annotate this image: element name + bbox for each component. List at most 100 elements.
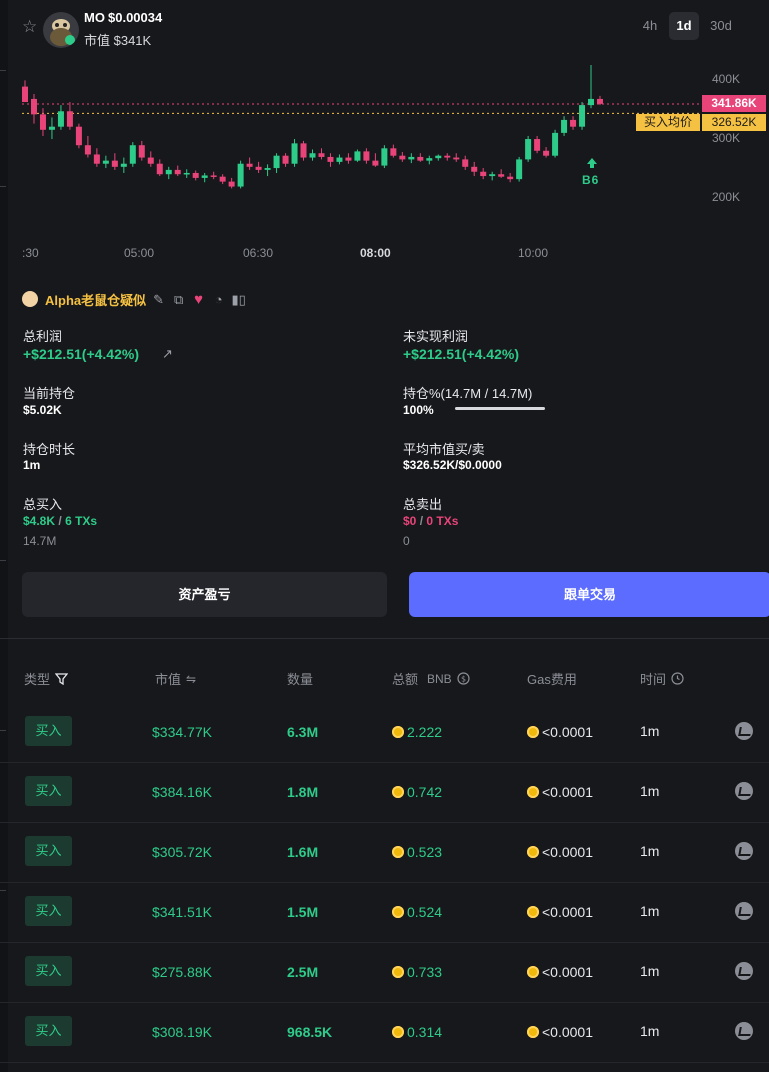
candle-body: [66, 111, 73, 127]
candle-body: [435, 155, 442, 159]
clock-icon[interactable]: [671, 672, 684, 685]
candle-body: [129, 145, 136, 164]
avg-buy-price-tag: 326.52K: [702, 114, 766, 131]
duration-value: 1m: [23, 458, 41, 472]
copy-trade-button[interactable]: 跟单交易: [409, 572, 769, 617]
table-row[interactable]: 买入 $341.51K 1.5M 0.524 <0.0001 1m: [0, 882, 769, 943]
price-chart[interactable]: :30 05:00 06:30 08:00 10:00 400K 300K 20…: [0, 60, 769, 275]
candle-body: [192, 172, 199, 178]
candle-body: [246, 163, 253, 167]
token-price: $0.00034: [108, 10, 163, 25]
explorer-icon[interactable]: [735, 1022, 753, 1040]
trade-amount-value: 0.314: [407, 1024, 443, 1040]
table-row[interactable]: 买入 $305.72K 1.6M 0.523 <0.0001 1m: [0, 822, 769, 883]
swap-icon[interactable]: ⇋: [186, 672, 196, 686]
holding-progress-bar: [455, 407, 545, 410]
currency-switch-icon[interactable]: $: [457, 672, 470, 685]
trade-qty: 2.5M: [287, 964, 319, 980]
explorer-icon[interactable]: ◔: [211, 292, 226, 307]
trade-gas-value: <0.0001: [542, 904, 593, 920]
trade-type-badge: 买入: [25, 836, 72, 866]
candle-body: [201, 175, 208, 178]
heart-icon[interactable]: ♥: [191, 292, 206, 307]
explorer-icon[interactable]: [735, 902, 753, 920]
trade-type-badge: 买入: [25, 1016, 72, 1046]
unrealized-label: 未实现利润: [403, 329, 469, 344]
bnb-coin-icon: [392, 846, 404, 858]
timeframe-1d[interactable]: 1d: [669, 12, 699, 40]
x-tick: 10:00: [518, 246, 549, 260]
bnb-coin-icon: [527, 786, 539, 798]
bnb-coin-icon: [392, 786, 404, 798]
col-amount[interactable]: 总额 BNB $: [392, 669, 470, 688]
timeframe-4h[interactable]: 4h: [636, 12, 664, 40]
col-time-label: 时间: [640, 672, 667, 687]
candle-body: [111, 160, 118, 167]
candle-body: [552, 132, 559, 156]
candlestick-plot: [22, 65, 700, 189]
total-buy-qty: 14.7M: [23, 534, 57, 548]
avg-mcap-value: $326.52K/$0.0000: [403, 458, 502, 472]
candle-body: [264, 168, 271, 170]
candle-body: [228, 181, 235, 187]
wallet-name[interactable]: Alpha老鼠仓疑似: [45, 290, 146, 309]
holding-label: 当前持仓: [23, 386, 76, 401]
col-time[interactable]: 时间: [640, 669, 684, 688]
candle-body: [543, 150, 550, 156]
trade-amount: 0.742: [392, 784, 442, 800]
holding-value: $5.02K: [23, 403, 62, 417]
explorer-icon[interactable]: [735, 962, 753, 980]
candle-body: [273, 155, 280, 169]
candle-body: [210, 175, 217, 177]
explorer-icon[interactable]: [735, 842, 753, 860]
trade-mcap: $275.88K: [152, 964, 212, 980]
edit-icon[interactable]: ✎: [151, 292, 166, 307]
x-tick: 08:00: [360, 246, 391, 260]
col-type-label: 类型: [24, 672, 51, 687]
bnb-coin-icon: [392, 966, 404, 978]
total-sell-txs: 0 TXs: [426, 514, 459, 528]
candle-body: [345, 157, 352, 161]
trade-qty: 1.5M: [287, 904, 319, 920]
candle-body: [399, 155, 406, 160]
trade-time: 1m: [640, 903, 660, 919]
svg-text:$: $: [461, 675, 466, 684]
filter-icon[interactable]: [55, 672, 69, 685]
table-row[interactable]: 买入 $308.19K 968.5K 0.314 <0.0001 1m: [0, 1002, 769, 1063]
y-tick: 200K: [712, 190, 741, 204]
candle-body: [282, 155, 289, 164]
table-row[interactable]: 买入 $275.88K 2.5M 0.733 <0.0001 1m: [0, 942, 769, 1003]
candles-icon[interactable]: ▮▯: [231, 292, 246, 307]
avg-mcap-label: 平均市值买/卖: [403, 442, 485, 457]
candle-body: [426, 158, 433, 161]
col-type[interactable]: 类型: [24, 669, 69, 688]
pnl-button[interactable]: 资产盈亏: [22, 572, 387, 617]
trade-mcap: $384.16K: [152, 784, 212, 800]
y-tick: 300K: [712, 131, 741, 145]
trade-gas: <0.0001: [527, 1024, 593, 1040]
market-cap: 市值 $341K: [84, 33, 152, 48]
trade-gas: <0.0001: [527, 784, 593, 800]
divider: [0, 638, 769, 639]
trade-time: 1m: [640, 843, 660, 859]
x-tick: :30: [22, 246, 39, 260]
trade-qty: 968.5K: [287, 1024, 333, 1040]
col-gas-label: Gas费用: [527, 672, 577, 687]
external-link-icon[interactable]: ↗: [160, 346, 175, 361]
col-amount-label: 总额: [392, 672, 419, 687]
table-row[interactable]: 买入 $334.77K 6.3M 2.222 <0.0001 1m: [0, 702, 769, 763]
timeframe-30d[interactable]: 30d: [704, 12, 738, 40]
col-mcap[interactable]: 市值 ⇋: [155, 669, 196, 688]
separator: /: [58, 514, 62, 528]
candle-body: [93, 154, 100, 164]
star-icon[interactable]: ☆: [22, 18, 40, 36]
copy-icon[interactable]: ⧉: [171, 292, 186, 307]
explorer-icon[interactable]: [735, 722, 753, 740]
trade-gas: <0.0001: [527, 904, 593, 920]
candle-body: [390, 148, 397, 156]
table-row[interactable]: 买入 $384.16K 1.8M 0.742 <0.0001 1m: [0, 762, 769, 823]
bnb-coin-icon: [527, 846, 539, 858]
explorer-icon[interactable]: [735, 782, 753, 800]
candle-body: [75, 126, 82, 146]
bnb-coin-icon: [527, 966, 539, 978]
